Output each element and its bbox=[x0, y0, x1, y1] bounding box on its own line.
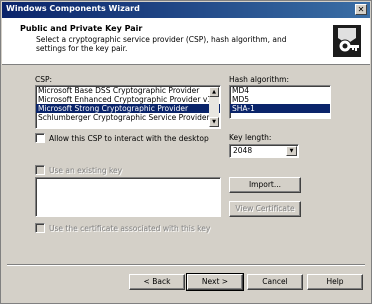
existing-key-list[interactable] bbox=[35, 177, 221, 217]
csp-item-selected[interactable]: Microsoft Strong Cryptographic Provider bbox=[36, 104, 220, 113]
csp-item[interactable]: Schlumberger Cryptographic Service Provi… bbox=[36, 113, 220, 122]
close-button[interactable]: ✕ bbox=[355, 4, 367, 15]
associated-cert-label: Use the certificate associated with this… bbox=[49, 224, 211, 233]
import-button[interactable]: Import... bbox=[229, 177, 301, 193]
scroll-up-icon[interactable]: ▲ bbox=[209, 87, 219, 97]
hash-item-selected[interactable]: SHA-1 bbox=[230, 104, 330, 113]
wizard-header: Public and Private Key Pair Select a cry… bbox=[2, 18, 370, 65]
title-bar[interactable]: Windows Components Wizard ✕ bbox=[2, 2, 370, 18]
key-length-value: 2048 bbox=[233, 146, 253, 155]
csp-scrollbar[interactable]: ▲ ▼ bbox=[209, 87, 219, 127]
key-length-label: Key length: bbox=[229, 133, 272, 142]
csp-item[interactable]: Microsoft Enhanced Cryptographic Provide… bbox=[36, 95, 220, 104]
next-button[interactable]: Next > bbox=[186, 273, 244, 291]
chevron-down-icon[interactable]: ▼ bbox=[286, 146, 297, 156]
associated-cert-checkbox[interactable] bbox=[35, 223, 45, 233]
page-subtitle: Select a cryptographic service provider … bbox=[36, 35, 287, 53]
window-title: Windows Components Wizard bbox=[6, 4, 140, 13]
back-button[interactable]: < Back bbox=[129, 274, 185, 290]
hash-listbox[interactable]: MD4 MD5 SHA-1 bbox=[229, 85, 331, 119]
desktop-interact-checkbox[interactable] bbox=[35, 133, 45, 143]
view-certificate-button[interactable]: View Certificate bbox=[229, 201, 301, 217]
key-length-select[interactable]: 2048 ▼ bbox=[229, 144, 299, 158]
wizard-logo-icon bbox=[333, 25, 361, 57]
hash-item[interactable]: MD5 bbox=[230, 95, 330, 104]
help-button[interactable]: Help bbox=[307, 274, 363, 290]
footer-divider bbox=[7, 264, 365, 266]
scroll-down-icon[interactable]: ▼ bbox=[209, 117, 219, 127]
desktop-interact-label: Allow this CSP to interact with the desk… bbox=[49, 134, 209, 143]
existing-key-checkbox[interactable] bbox=[35, 165, 45, 175]
csp-item[interactable]: Microsoft Base DSS Cryptographic Provide… bbox=[36, 86, 220, 95]
page-title: Public and Private Key Pair bbox=[20, 24, 143, 33]
existing-key-label: Use an existing key bbox=[49, 166, 123, 175]
csp-listbox[interactable]: Microsoft Base DSS Cryptographic Provide… bbox=[35, 85, 221, 129]
cancel-button[interactable]: Cancel bbox=[247, 274, 303, 290]
csp-label: CSP: bbox=[35, 75, 53, 84]
hash-item[interactable]: MD4 bbox=[230, 86, 330, 95]
hash-label: Hash algorithm: bbox=[229, 75, 290, 84]
wizard-window: Windows Components Wizard ✕ Public and P… bbox=[0, 0, 372, 304]
